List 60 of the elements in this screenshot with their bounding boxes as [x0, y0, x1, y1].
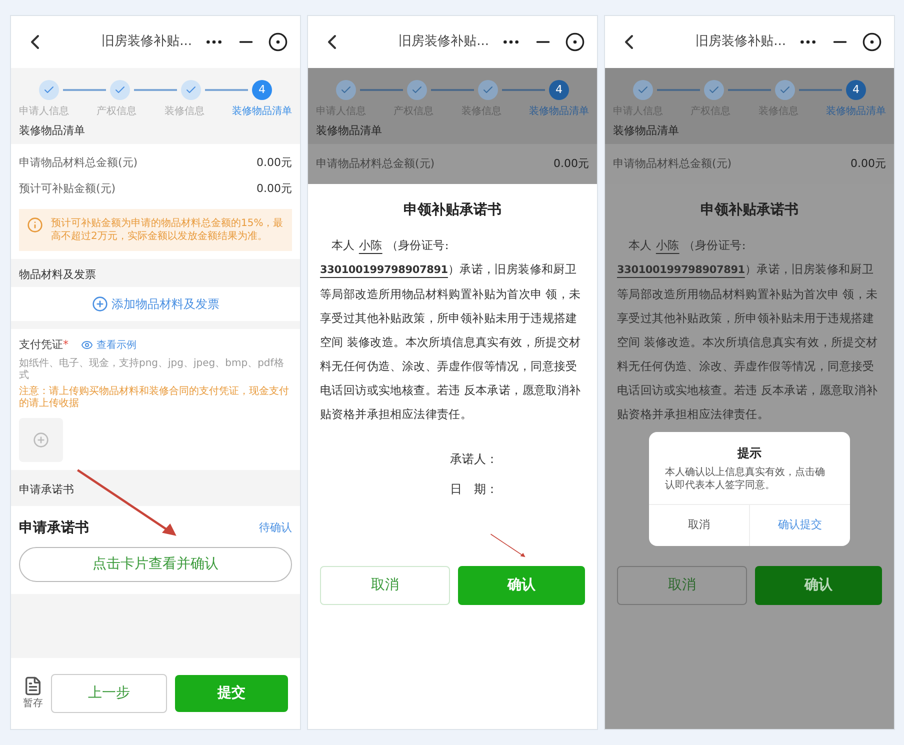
step-number: 4 [846, 80, 866, 100]
step-label[interactable]: 产权信息 [96, 104, 137, 119]
date-label: 日 期： [450, 481, 499, 498]
page-title: 旧房装修补贴... [102, 33, 192, 52]
dialog-confirm-button[interactable]: 确认提交 [750, 505, 850, 546]
payment-label: 支付凭证* [19, 337, 68, 353]
dialog-message: 本人确认以上信息真实有效，点击确认即代表本人签字同意。 [664, 466, 826, 493]
amount-value: 0.00元 [554, 156, 589, 172]
pledge-card[interactable]: 申请承诺书 待确认 点击卡片查看并确认 [11, 506, 300, 594]
section-title: 装修物品清单 [18, 123, 86, 139]
step-label[interactable]: 装修物品清单 [232, 104, 292, 119]
upload-warning: 注意：请上传购买物品材料和装修合同的支付凭证，现金支付的请上传收据 [19, 386, 290, 410]
pledge-title: 申请承诺书 [19, 519, 89, 538]
step-label[interactable]: 申请人信息 [19, 104, 69, 119]
pledge-status: 待确认 [259, 520, 292, 536]
eye-icon [80, 339, 92, 352]
amount-label: 申请物品材料总金额(元) [316, 156, 435, 172]
notice-text: 预计可补贴金额为申请的物品材料总金额的15%，最高不超过2万元，实际金额以发放金额结果为准。 [51, 216, 284, 242]
amount-value: 0.00元 [256, 181, 292, 197]
plus-circle-icon [33, 432, 49, 448]
section-title: 物品材料及发票 [18, 266, 97, 282]
step-number: 4 [252, 80, 272, 100]
close-icon[interactable] [862, 32, 882, 52]
previous-button[interactable]: 上一步 [51, 674, 166, 713]
letter-body: 本人 小陈 （身份证号: 330100199798907891）承诺，旧房装修和厨卫等局部改造所用物品材料购置补贴为首次申 领，未享受过其他补贴政策，所申领补贴未用于违规搭建空间 装修改造。本次所填信息真实有效，所提交材料无任何伪造、涂改、弄虚作假等情况，同意接受电话回访或实地核查。若违 反本承诺，愿意取消补贴资格并承担相应法律责任。 [320, 237, 582, 423]
amount-value: 0.00元 [256, 154, 292, 170]
dialog-cancel-button[interactable]: 取消 [649, 505, 750, 546]
document-icon [23, 676, 43, 696]
cancel-button[interactable]: 取消 [320, 566, 450, 605]
close-icon[interactable] [268, 32, 288, 52]
confirm-button[interactable]: 确认 [754, 566, 882, 605]
amount-label: 申请物品材料总金额(元) [613, 156, 732, 172]
step-label[interactable]: 装修物品清单 [528, 104, 589, 119]
section-title: 装修物品清单 [315, 123, 383, 139]
dialog-title: 提示 [738, 445, 762, 462]
amount-label: 申请物品材料总金额(元) [19, 154, 138, 170]
view-confirm-button[interactable]: 点击卡片查看并确认 [19, 547, 292, 582]
info-icon [27, 216, 43, 232]
add-material-button[interactable]: 添加物品材料及发票 [11, 287, 300, 321]
format-hint: 如纸件、电子、现金，支持png、jpg、jpeg、bmp、pdf格式 [19, 358, 285, 382]
plus-circle-icon [92, 296, 108, 312]
save-draft-button[interactable]: 暂存 [23, 676, 43, 711]
cancel-button[interactable]: 取消 [617, 566, 746, 605]
section-title: 装修物品清单 [612, 123, 680, 139]
amount-value: 0.00元 [850, 156, 886, 172]
letter-title: 申领补贴承诺书 [404, 201, 502, 220]
amount-label: 预计可补贴金额(元) [19, 181, 116, 197]
section-title: 申请承诺书 [18, 482, 75, 498]
step-number: 4 [549, 80, 569, 100]
page-title: 旧房装修补贴... [696, 33, 786, 52]
close-icon[interactable] [565, 32, 585, 52]
submit-button[interactable]: 提交 [174, 675, 288, 712]
confirm-button[interactable]: 确认 [458, 566, 585, 605]
letter-body: 本人 小陈 （身份证号: 330100199798907891）承诺，旧房装修和厨卫等局部改造所用物品材料购置补贴为首次申 领，未享受过其他补贴政策，所申领补贴未用于违规搭建空间 装修改造。本次所填信息真实有效，所提交材料无任何伪造、涂改、弄虚作假等情况，同意接受电话回访或实地核查。若违 反本承诺，愿意取消补贴资格并承担相应法律责任。 [617, 237, 879, 423]
page-title: 旧房装修补贴... [398, 33, 489, 52]
step-label[interactable]: 装修信息 [164, 104, 204, 119]
example-link[interactable]: 查看示例 [80, 338, 136, 353]
step-label[interactable]: 装修物品清单 [826, 104, 886, 119]
signer-label: 承诺人： [450, 451, 499, 468]
letter-title: 申领补贴承诺书 [700, 201, 798, 220]
